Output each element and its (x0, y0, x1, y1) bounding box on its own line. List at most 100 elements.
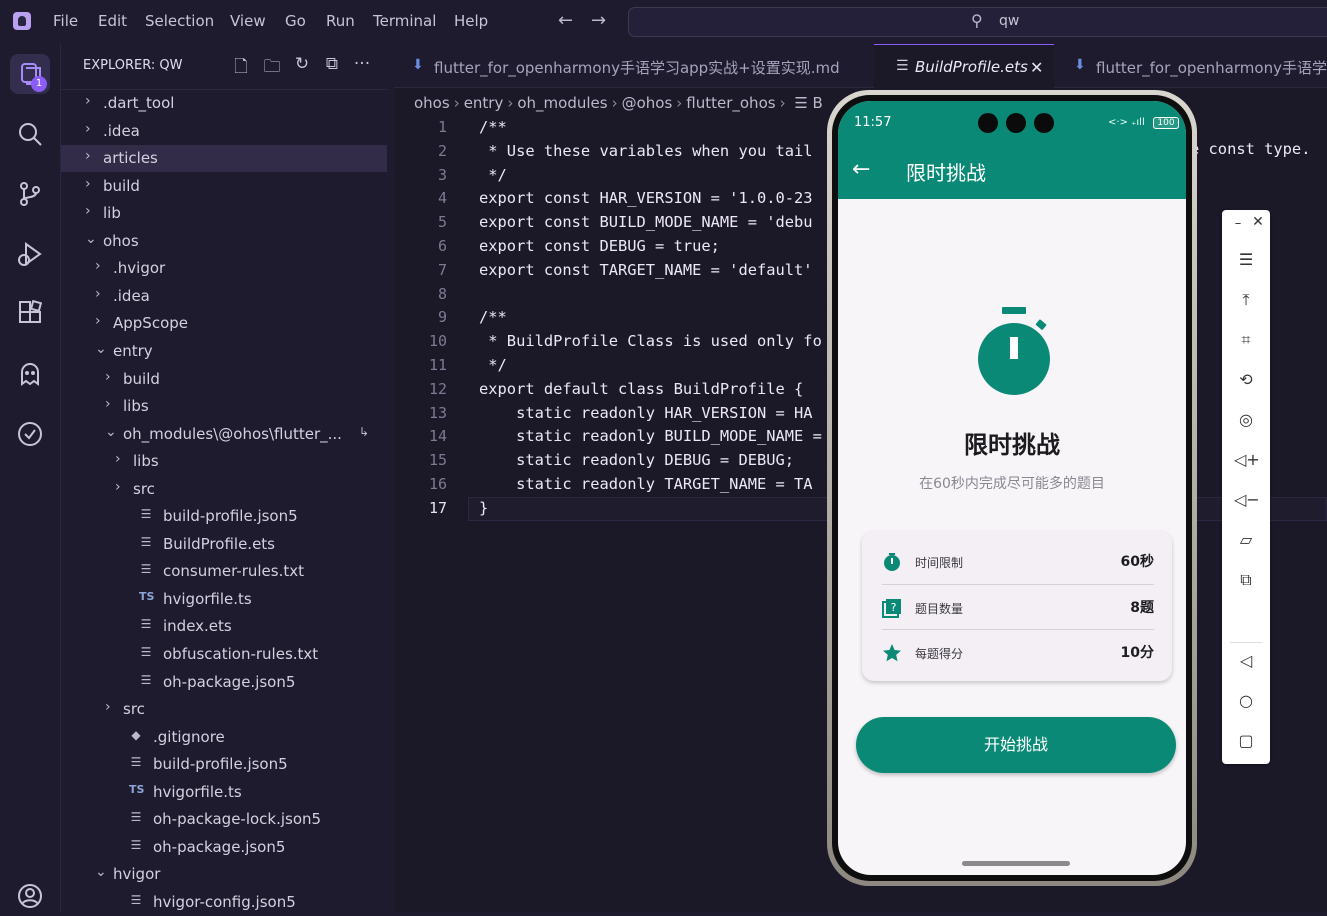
line-number: 12 (428, 379, 447, 398)
breadcrumb-item[interactable]: B (813, 94, 823, 112)
divider (1230, 642, 1262, 643)
ai-assistant-icon[interactable] (14, 418, 46, 450)
account-icon[interactable] (14, 880, 46, 912)
nav-recents-icon[interactable]: ▢ (1234, 731, 1258, 755)
command-center[interactable]: ⚲ qw (628, 7, 1327, 37)
close-icon[interactable]: ✕ (1246, 214, 1270, 238)
menu-terminal[interactable]: Terminal (373, 12, 436, 30)
forward-arrow-icon[interactable]: → (591, 10, 606, 31)
code-line[interactable]: export const TARGET_NAME = 'default' (479, 259, 813, 283)
code-line[interactable]: static readonly BUILD_MODE_NAME = (479, 425, 822, 449)
home-indicator[interactable] (962, 861, 1070, 866)
code-line[interactable]: static readonly DEBUG = DEBUG; (479, 449, 794, 473)
tree-folder[interactable]: › .idea (61, 283, 387, 310)
menu-help[interactable]: Help (454, 12, 488, 30)
tree-file[interactable]: ☰ obfuscation-rules.txt (61, 641, 387, 668)
rotate-icon[interactable]: ⟲ (1234, 370, 1258, 394)
start-challenge-button[interactable]: 开始挑战 (856, 717, 1176, 773)
menu-icon[interactable]: ☰ (1234, 250, 1258, 274)
code-line[interactable]: /** (479, 306, 507, 330)
code-line[interactable]: export const BUILD_MODE_NAME = 'debu (479, 211, 813, 235)
tree-file[interactable]: ◆ .gitignore (61, 724, 387, 751)
nav-home-icon[interactable]: ○ (1234, 691, 1258, 715)
back-arrow-icon[interactable]: ← (558, 10, 573, 31)
menu-file[interactable]: File (53, 12, 78, 30)
breadcrumb-item[interactable]: entry (464, 94, 504, 112)
crop-icon[interactable]: ⌗ (1234, 330, 1258, 354)
tree-item-label: ohos (103, 231, 139, 250)
markdown-file-icon: ⬇ (1074, 57, 1086, 73)
refresh-icon[interactable]: ↻ (290, 54, 314, 78)
tree-folder[interactable]: › .idea (61, 118, 387, 145)
code-line[interactable]: export const DEBUG = true; (479, 235, 720, 259)
code-line[interactable]: static readonly HAR_VERSION = HA (479, 402, 813, 426)
tree-folder[interactable]: › build (61, 173, 387, 200)
menu-go[interactable]: Go (285, 12, 306, 30)
tree-folder[interactable]: › src (61, 476, 387, 503)
run-debug-icon[interactable] (14, 238, 46, 270)
code-line[interactable]: */ (479, 354, 507, 378)
tree-file[interactable]: ☰ index.ets (61, 613, 387, 640)
back-arrow-icon[interactable]: ← (852, 157, 870, 182)
tree-folder[interactable]: › AppScope (61, 310, 387, 337)
tree-folder[interactable]: ⌄ hvigor (61, 861, 387, 888)
menu-view[interactable]: View (230, 12, 266, 30)
menu-edit[interactable]: Edit (98, 12, 127, 30)
tree-folder[interactable]: › lib (61, 200, 387, 227)
tree-folder[interactable]: › build (61, 366, 387, 393)
chevron-right-icon: › (611, 94, 618, 112)
nav-back-icon[interactable]: ◁ (1234, 651, 1258, 675)
tree-file[interactable]: ☰ build-profile.json5 (61, 503, 387, 530)
breadcrumb-item[interactable]: flutter_ohos (686, 94, 775, 112)
tree-folder[interactable]: › .dart_tool (61, 90, 387, 117)
tree-folder[interactable]: ⌄ oh_modules\@ohos\flutter_... ↳ (61, 421, 387, 448)
tree-file[interactable]: TS hvigorfile.ts (61, 779, 387, 806)
tree-folder[interactable]: › libs (61, 448, 387, 475)
code-line[interactable]: static readonly TARGET_NAME = TA (479, 473, 813, 497)
tree-file[interactable]: ☰ oh-package.json5 (61, 669, 387, 696)
search-icon[interactable] (14, 118, 46, 150)
close-icon[interactable]: ✕ (1030, 58, 1043, 77)
record-icon[interactable]: ◎ (1234, 410, 1258, 434)
ghost-icon[interactable] (14, 358, 46, 390)
screenshot-icon[interactable]: ⧉ (1234, 570, 1258, 594)
tree-folder[interactable]: ⌄ ohos (61, 228, 387, 255)
collapse-all-icon[interactable]: ⧉ (320, 54, 344, 78)
volume-down-icon[interactable]: ◁− (1234, 490, 1260, 514)
tree-file[interactable]: ☰ build-profile.json5 (61, 751, 387, 778)
tree-folder[interactable]: ⌄ entry (61, 338, 387, 365)
volume-up-icon[interactable]: ◁+ (1234, 450, 1260, 474)
breadcrumb-item[interactable]: ohos (414, 94, 450, 112)
tree-folder[interactable]: › src (61, 696, 387, 723)
tree-file[interactable]: ☰ oh-package-lock.json5 (61, 806, 387, 833)
tree-file[interactable]: ☰ consumer-rules.txt (61, 558, 387, 585)
new-folder-icon[interactable]: 🗀 (260, 54, 284, 78)
code-line[interactable]: */ (479, 164, 507, 188)
tree-folder[interactable]: › .hvigor (61, 255, 387, 282)
code-line[interactable]: * Use these variables when you tail (479, 140, 812, 164)
breadcrumb-item[interactable]: oh_modules (517, 94, 607, 112)
tree-folder[interactable]: › libs (61, 393, 387, 420)
tab-markdown-2[interactable]: ⬇ flutter_for_openharmony手语学习app实战+设置实现.… (1056, 44, 1327, 88)
extensions-icon[interactable] (14, 298, 46, 330)
tree-file[interactable]: TS hvigorfile.ts (61, 586, 387, 613)
chevron-down-icon: ⌄ (85, 230, 97, 247)
tree-file[interactable]: ☰ oh-package.json5 (61, 834, 387, 861)
new-file-icon[interactable]: 🗋 (229, 54, 253, 78)
menu-run[interactable]: Run (326, 12, 355, 30)
pin-top-icon[interactable]: ⤒ (1234, 290, 1258, 314)
source-control-icon[interactable] (14, 178, 46, 210)
code-line[interactable]: export const HAR_VERSION = '1.0.0-23 (479, 187, 813, 211)
code-line[interactable]: export default class BuildProfile { (479, 378, 803, 402)
code-line[interactable]: } (479, 497, 488, 521)
breadcrumb-item[interactable]: @ohos (622, 94, 673, 112)
tree-folder[interactable]: › articles (61, 145, 387, 173)
code-line[interactable]: * BuildProfile Class is used only fo (479, 330, 822, 354)
menu-selection[interactable]: Selection (145, 12, 214, 30)
tab-buildprofile[interactable]: ☰ BuildProfile.ets ✕ (874, 44, 1054, 88)
tab-markdown-1[interactable]: ⬇ flutter_for_openharmony手语学习app实战+设置实现.… (394, 44, 872, 88)
shake-icon[interactable]: ▱ (1234, 530, 1258, 554)
code-line[interactable]: /** (479, 116, 507, 140)
more-actions-icon[interactable]: ··· (350, 54, 374, 78)
tree-file[interactable]: ☰ BuildProfile.ets (61, 531, 387, 558)
